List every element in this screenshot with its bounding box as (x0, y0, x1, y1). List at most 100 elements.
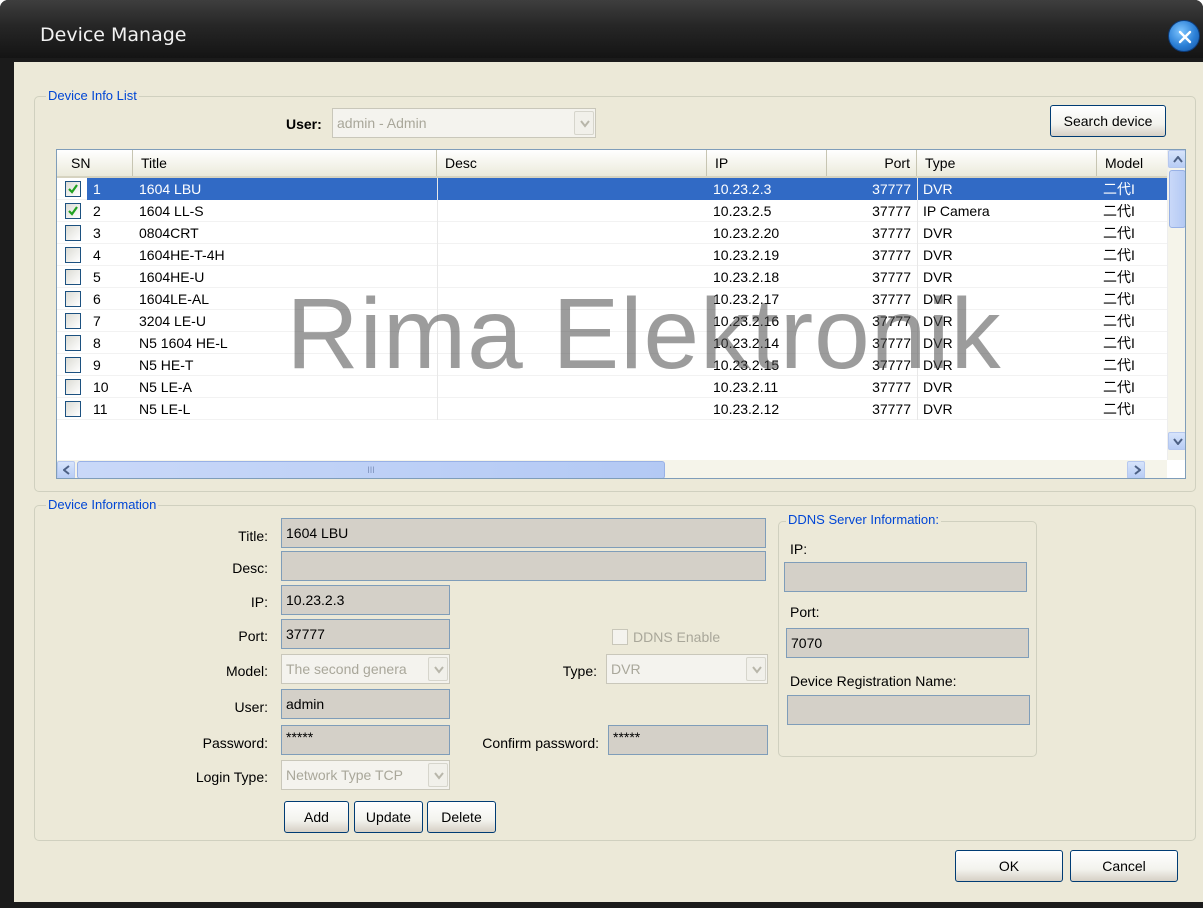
column-separator (917, 266, 918, 288)
cell-model: 二代I (1103, 225, 1135, 241)
row-checkbox[interactable] (65, 291, 81, 307)
cell-title: N5 1604 HE-L (139, 335, 228, 351)
ddns-enable-checkbox[interactable] (612, 629, 628, 645)
column-separator (437, 354, 438, 376)
ddns-ip-label: IP: (790, 541, 808, 557)
cell-sn: 7 (93, 313, 101, 329)
table-row[interactable]: 8 N5 1604 HE-L 10.23.2.14 37777 DVR 二代I (57, 332, 1167, 354)
table-row[interactable]: 11 N5 LE-L 10.23.2.12 37777 DVR 二代I (57, 398, 1167, 420)
ok-button[interactable]: OK (955, 850, 1063, 882)
row-checkbox[interactable] (65, 203, 81, 219)
ddns-registration-name-field[interactable] (787, 695, 1030, 725)
cell-model: 二代I (1103, 269, 1135, 285)
model-select[interactable]: The second genera (281, 654, 450, 684)
port-field[interactable]: 37777 (281, 619, 450, 649)
row-checkbox[interactable] (65, 269, 81, 285)
table-row[interactable]: 1 1604 LBU 10.23.2.3 37777 DVR 二代I (57, 178, 1167, 200)
update-button[interactable]: Update (354, 801, 423, 833)
column-header-model[interactable]: Model (1097, 150, 1167, 176)
column-separator (437, 332, 438, 354)
column-separator (917, 200, 918, 222)
login-type-select[interactable]: Network Type TCP (281, 760, 450, 790)
chevron-down-icon[interactable] (574, 111, 594, 135)
cell-type: DVR (923, 379, 953, 395)
cell-desc (437, 354, 707, 376)
search-device-button[interactable]: Search device (1050, 105, 1166, 137)
delete-button[interactable]: Delete (427, 801, 496, 833)
list-user-value: admin - Admin (337, 115, 427, 131)
row-checkbox[interactable] (65, 379, 81, 395)
type-select[interactable]: DVR (606, 654, 768, 684)
cell-sn: 6 (93, 291, 101, 307)
table-row[interactable]: 7 3204 LE-U 10.23.2.16 37777 DVR 二代I (57, 310, 1167, 332)
table-row[interactable]: 10 N5 LE-A 10.23.2.11 37777 DVR 二代I (57, 376, 1167, 398)
ddns-port-field[interactable]: 7070 (786, 628, 1029, 658)
ddns-ip-field[interactable] (784, 562, 1027, 592)
column-separator (437, 266, 438, 288)
column-header-ip[interactable]: IP (707, 150, 827, 176)
vertical-scrollbar[interactable] (1167, 150, 1185, 460)
vertical-scroll-thumb[interactable] (1169, 170, 1185, 228)
password-field[interactable]: ***** (281, 725, 450, 755)
row-checkbox[interactable] (65, 401, 81, 417)
scroll-down-icon[interactable] (1168, 432, 1185, 450)
row-checkbox[interactable] (65, 247, 81, 263)
list-user-select[interactable]: admin - Admin (332, 108, 596, 138)
table-row[interactable]: 3 0804CRT 10.23.2.20 37777 DVR 二代I (57, 222, 1167, 244)
confirm-password-field[interactable]: ***** (608, 725, 768, 755)
horizontal-scroll-thumb[interactable]: III (77, 461, 665, 478)
column-header-title[interactable]: Title (133, 150, 437, 176)
row-checkbox[interactable] (65, 225, 81, 241)
scroll-right-icon[interactable] (1127, 461, 1145, 478)
dialog-client-area: Device Info List User: admin - Admin Sea… (14, 62, 1203, 902)
chevron-down-icon[interactable] (428, 657, 448, 681)
row-checkbox[interactable] (65, 313, 81, 329)
row-checkbox[interactable] (65, 357, 81, 373)
title-bar[interactable]: Device Manage (0, 0, 1203, 58)
column-header-type[interactable]: Type (917, 150, 1097, 176)
column-separator (437, 310, 438, 332)
cell-desc (437, 200, 707, 222)
close-icon[interactable] (1168, 20, 1200, 52)
add-button[interactable]: Add (284, 801, 349, 833)
desc-field[interactable] (281, 551, 766, 581)
ip-field[interactable]: 10.23.2.3 (281, 585, 450, 615)
column-separator (917, 222, 918, 244)
column-header-sn[interactable]: SN (57, 150, 133, 176)
column-separator (917, 244, 918, 266)
horizontal-scrollbar[interactable]: III (57, 460, 1167, 478)
checkmark-icon (68, 206, 78, 216)
chevron-down-icon[interactable] (746, 657, 766, 681)
cell-type: IP Camera (923, 203, 990, 219)
table-row[interactable]: 6 1604LE-AL 10.23.2.17 37777 DVR 二代I (57, 288, 1167, 310)
scroll-up-icon[interactable] (1168, 150, 1185, 168)
scroll-left-icon[interactable] (57, 461, 75, 478)
title-field[interactable]: 1604 LBU (281, 518, 766, 548)
row-checkbox[interactable] (65, 335, 81, 351)
cell-ip: 10.23.2.11 (713, 379, 779, 395)
table-row[interactable]: 5 1604HE-U 10.23.2.18 37777 DVR 二代I (57, 266, 1167, 288)
cell-type: DVR (923, 291, 953, 307)
row-checkbox[interactable] (65, 181, 81, 197)
type-label: Type: (562, 663, 597, 679)
cell-port: 37777 (872, 335, 911, 351)
cell-title: 0804CRT (139, 225, 199, 241)
cell-type: DVR (923, 357, 953, 373)
column-separator (437, 178, 438, 200)
device-manage-window: Device Manage Device Info List User: adm… (0, 0, 1203, 908)
column-header-port[interactable]: Port (827, 150, 917, 176)
cancel-button[interactable]: Cancel (1070, 850, 1178, 882)
cell-title: N5 LE-L (139, 401, 191, 417)
table-row[interactable]: 9 N5 HE-T 10.23.2.15 37777 DVR 二代I (57, 354, 1167, 376)
cell-title: N5 HE-T (139, 357, 194, 373)
table-row[interactable]: 4 1604HE-T-4H 10.23.2.19 37777 DVR 二代I (57, 244, 1167, 266)
user-field[interactable]: admin (281, 689, 450, 719)
column-header-desc[interactable]: Desc (437, 150, 707, 176)
table-row[interactable]: 2 1604 LL-S 10.23.2.5 37777 IP Camera 二代I (57, 200, 1167, 222)
cell-title: 1604 LBU (133, 178, 437, 200)
cell-type: DVR (923, 225, 953, 241)
chevron-down-icon[interactable] (428, 763, 448, 787)
cell-port: 37777 (872, 225, 911, 241)
cell-model: 二代I (1103, 357, 1135, 373)
password-label: Password: (202, 735, 268, 751)
